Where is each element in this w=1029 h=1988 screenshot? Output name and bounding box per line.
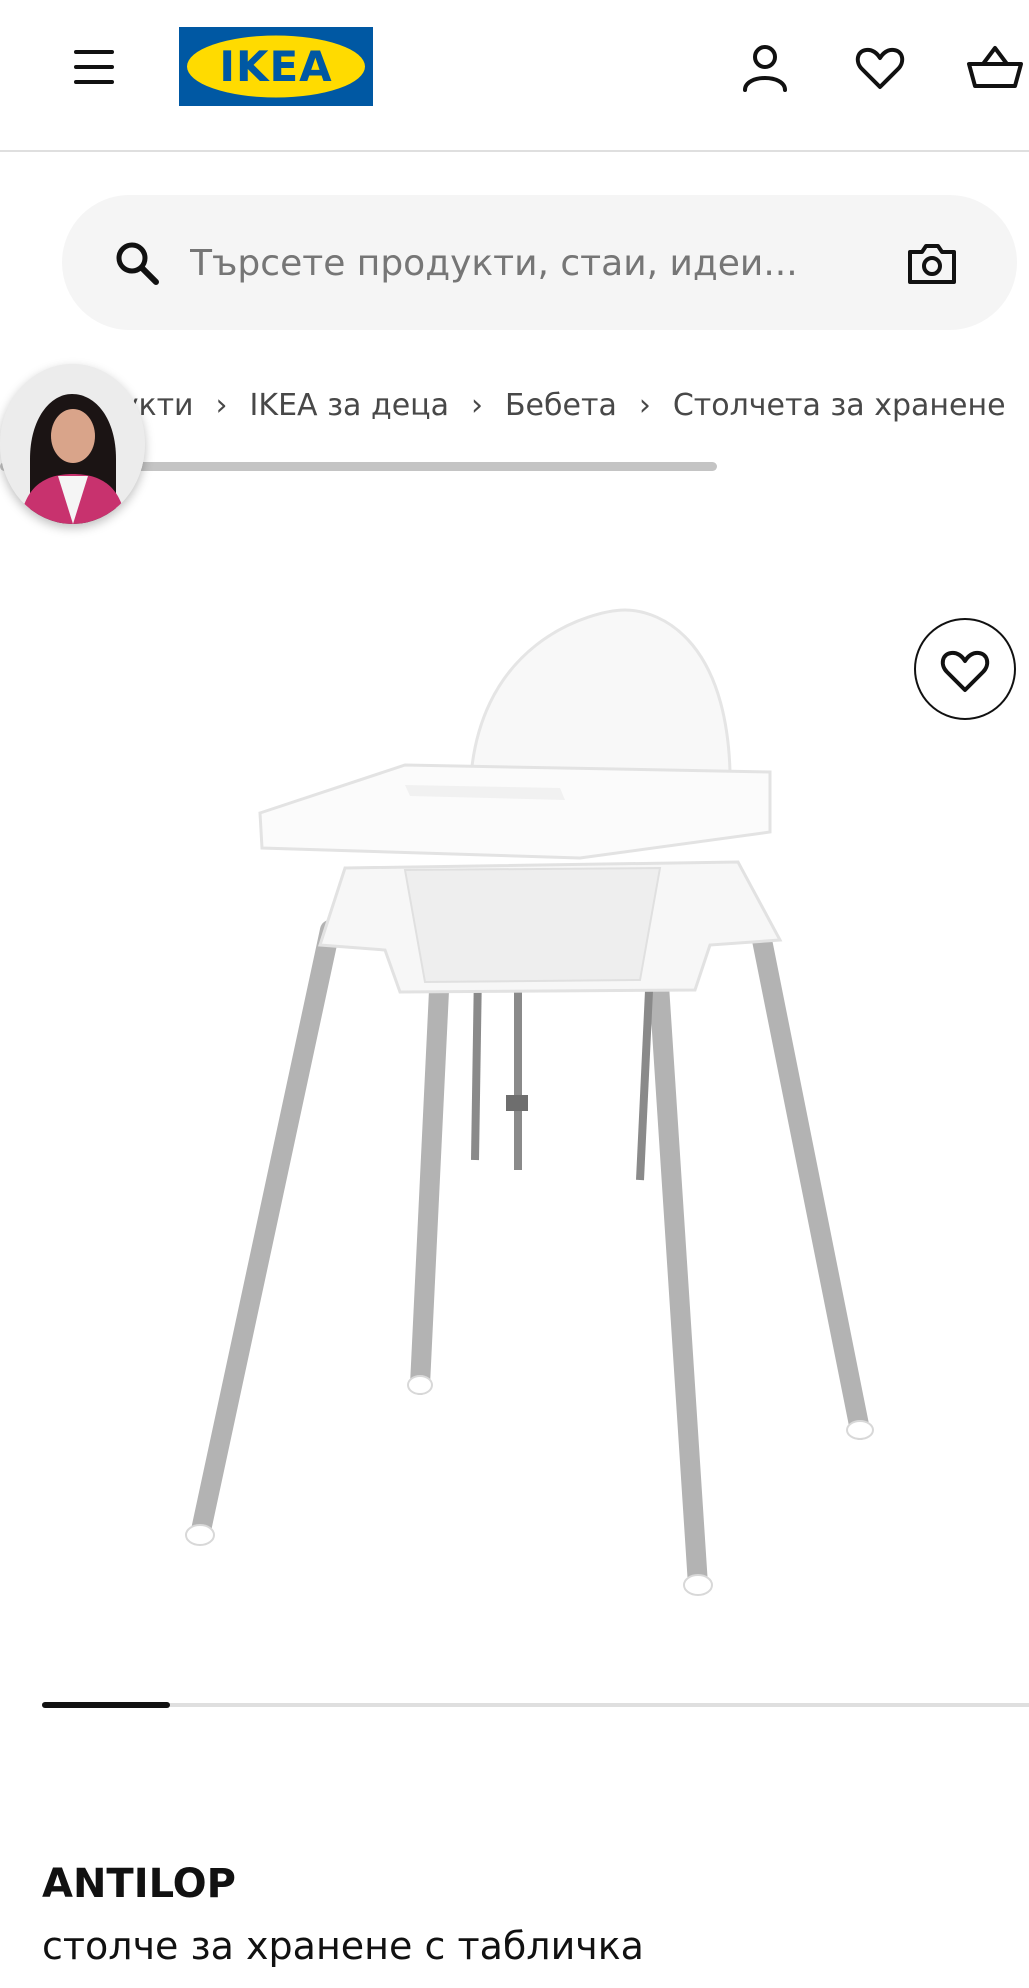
logo-text: IKEA [219,42,333,91]
search-icon [112,238,164,290]
breadcrumb-item-babies[interactable]: Бебета [505,378,617,434]
breadcrumb-separator: › [470,388,483,423]
shopping-bag-icon[interactable] [965,40,1023,96]
breadcrumb-item-ikea-for-kids[interactable]: IKEA за деца [250,378,449,434]
product-image-high-chair[interactable] [140,600,940,1620]
add-to-wishlist-button[interactable] [914,618,1016,720]
menu-button[interactable] [66,44,122,90]
image-carousel-indicator[interactable] [42,1702,170,1708]
breadcrumb-separator: › [638,388,651,423]
breadcrumb: Продукти›IKEA за деца›Бебета›Столчета за… [0,378,1029,438]
search-input[interactable] [190,230,850,296]
heart-icon [940,650,990,692]
camera-icon[interactable] [906,238,958,290]
product-name: ANTILOP [42,1861,236,1907]
ikea-logo[interactable]: IKEA [179,27,373,106]
breadcrumb-item-high-chairs[interactable]: Столчета за хранене [673,378,1006,434]
heart-icon[interactable] [852,40,908,96]
user-icon[interactable] [737,40,793,96]
image-carousel-track[interactable] [42,1703,1029,1707]
breadcrumb-separator: › [215,388,228,423]
avatar[interactable] [0,364,145,524]
product-description: столче за хранене с табличка [42,1924,644,1968]
